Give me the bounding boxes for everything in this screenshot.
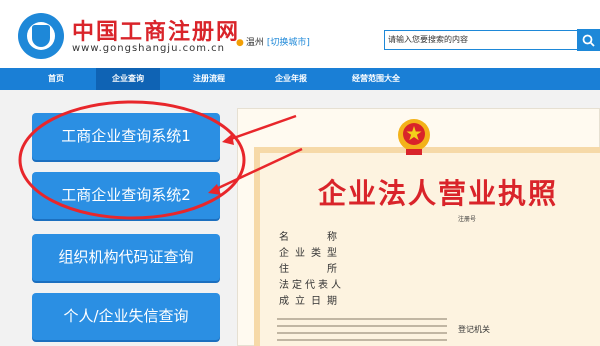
- nav-item-annual-report[interactable]: 企业年报: [260, 68, 322, 90]
- nav-item-home[interactable]: 首页: [34, 68, 78, 90]
- license-field-name: 名 称: [279, 232, 343, 243]
- main-nav: 首页 企业查询 注册流程 企业年报 经营范围大全: [0, 68, 600, 90]
- location-selector[interactable]: ● 温州 [切换城市]: [236, 35, 310, 48]
- dishonesty-query-button[interactable]: 个人/企业失信查询: [32, 293, 220, 340]
- site-logo-icon[interactable]: [18, 13, 64, 59]
- license-field-address: 住 所: [279, 264, 343, 275]
- query-system-1-button[interactable]: 工商企业查询系统1: [32, 113, 220, 160]
- annotation-arrowhead-1: [222, 134, 234, 145]
- license-title: 企业法人营业执照: [318, 177, 559, 210]
- org-code-query-button[interactable]: 组织机构代码证查询: [32, 234, 220, 281]
- nav-item-registration-process[interactable]: 注册流程: [178, 68, 240, 90]
- site-header: 中国工商注册网 www.gongshangju.com.cn ● 温州 [切换城市]…: [0, 0, 600, 68]
- national-emblem-icon: [398, 119, 430, 155]
- site-title[interactable]: 中国工商注册网: [72, 14, 240, 46]
- search-icon: [582, 34, 595, 47]
- nav-item-business-scope[interactable]: 经营范围大全: [338, 68, 414, 90]
- switch-city-link[interactable]: [切换城市]: [267, 38, 310, 48]
- site-url: www.gongshangju.com.cn: [72, 43, 225, 54]
- location-pin-icon: ●: [236, 38, 244, 48]
- license-field-date: 成立日期: [279, 296, 343, 307]
- nav-item-company-search[interactable]: 企业查询: [96, 68, 160, 90]
- license-field-type: 企业类型: [279, 248, 343, 259]
- query-system-2-button[interactable]: 工商企业查询系统2: [32, 172, 220, 219]
- license-reg-org-label: 登记机关: [458, 325, 490, 334]
- page: 中国工商注册网 www.gongshangju.com.cn ● 温州 [切换城市]…: [0, 0, 600, 346]
- license-reg-no-label: 注册号: [458, 216, 477, 223]
- location-city: 温州: [245, 38, 264, 48]
- search-input[interactable]: 请输入您要搜索的内容: [384, 30, 578, 50]
- search-button[interactable]: [577, 29, 600, 51]
- license-field-legal-rep: 法定代表人: [279, 280, 344, 291]
- license-fine-print: [277, 318, 447, 346]
